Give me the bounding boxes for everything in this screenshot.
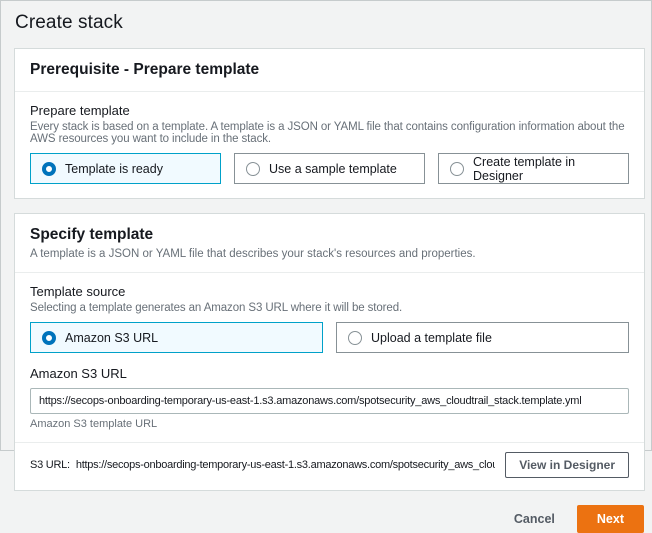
s3-url-summary: S3 URL: https://secops-onboarding-tempora… [30,459,495,471]
option-amazon-s3-url[interactable]: Amazon S3 URL [30,322,323,353]
option-template-is-ready[interactable]: Template is ready [30,153,221,184]
option-upload-template-file[interactable]: Upload a template file [336,322,629,353]
specify-card-title: Specify template [30,226,629,244]
s3-url-value: https://secops-onboarding-temporary-us-e… [76,459,495,471]
s3-url-prefix: S3 URL: [30,459,70,471]
template-source-description: Selecting a template generates an Amazon… [30,302,629,314]
wizard-footer: Cancel Next [1,505,644,533]
option-label: Template is ready [65,162,163,176]
prerequisite-card-title: Prerequisite - Prepare template [30,61,629,79]
template-source-options: Amazon S3 URL Upload a template file [30,322,629,353]
s3-url-summary-row: S3 URL: https://secops-onboarding-tempora… [30,443,629,490]
specify-card-header: Specify template A template is a JSON or… [15,214,644,273]
view-in-designer-button[interactable]: View in Designer [505,452,629,478]
option-create-template-in-designer[interactable]: Create template in Designer [438,153,629,184]
radio-selected-icon[interactable] [42,162,56,176]
prepare-template-options: Template is ready Use a sample template … [30,153,629,184]
s3-url-input[interactable] [30,388,629,414]
prerequisite-card-body: Prepare template Every stack is based on… [15,92,644,198]
s3-url-help-text: Amazon S3 template URL [30,418,629,442]
cancel-button[interactable]: Cancel [514,512,555,526]
next-button[interactable]: Next [577,505,644,533]
radio-unselected-icon[interactable] [450,162,464,176]
radio-unselected-icon[interactable] [246,162,260,176]
s3-url-field-label: Amazon S3 URL [30,366,629,381]
page-title: Create stack [15,12,651,34]
radio-selected-icon[interactable] [42,331,56,345]
specify-template-card: Specify template A template is a JSON or… [14,213,645,491]
prepare-template-label: Prepare template [30,103,629,118]
option-label: Create template in Designer [473,155,617,183]
prepare-template-description: Every stack is based on a template. A te… [30,121,629,145]
specify-card-body: Template source Selecting a template gen… [15,273,644,490]
option-label: Amazon S3 URL [65,331,158,345]
prerequisite-card: Prerequisite - Prepare template Prepare … [14,48,645,199]
radio-unselected-icon[interactable] [348,331,362,345]
s3-url-field-group: Amazon S3 URL Amazon S3 template URL [30,366,629,442]
option-label: Use a sample template [269,162,397,176]
template-source-label: Template source [30,284,629,299]
specify-card-description: A template is a JSON or YAML file that d… [30,248,629,260]
option-use-sample-template[interactable]: Use a sample template [234,153,425,184]
option-label: Upload a template file [371,331,492,345]
prerequisite-card-header: Prerequisite - Prepare template [15,49,644,92]
